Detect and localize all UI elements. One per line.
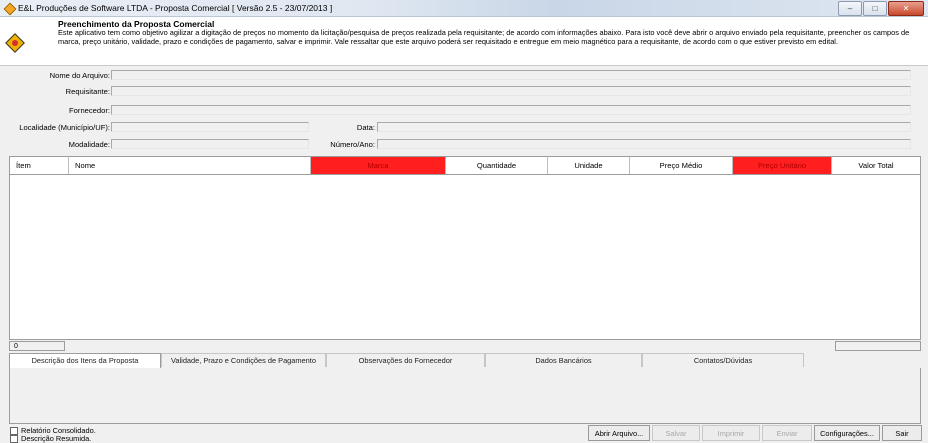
column-unidade[interactable]: Unidade	[548, 157, 630, 174]
sair-button[interactable]: Sair	[882, 425, 922, 441]
status-total-box	[835, 341, 921, 351]
numero-ano-field	[377, 139, 911, 149]
window-title: E&L Produções de Software LTDA - Propost…	[18, 3, 333, 13]
modalidade-field	[111, 139, 309, 149]
fornecedor-field[interactable]	[111, 105, 911, 115]
requisitante-field	[111, 86, 911, 96]
localidade-field	[111, 122, 309, 132]
column-nome[interactable]: Nome	[69, 157, 311, 174]
header-panel: Preenchimento da Proposta Comercial Este…	[0, 17, 928, 66]
action-buttons: Abrir Arquivo... Salvar Imprimir Enviar …	[586, 425, 922, 442]
numero-ano-label: Número/Ano:	[330, 140, 375, 149]
tab-observacoes[interactable]: Observações do Fornecedor	[326, 353, 485, 367]
proposal-form: Nome do Arquivo: Requisitante: Fornecedo…	[0, 66, 928, 153]
tab-validade-prazo[interactable]: Validade, Prazo e Condições de Pagamento	[161, 353, 326, 367]
column-marca[interactable]: Marca	[311, 157, 446, 174]
abrir-arquivo-button[interactable]: Abrir Arquivo...	[588, 425, 650, 441]
logo-icon	[5, 33, 25, 53]
requisitante-label: Requisitante:	[65, 87, 110, 96]
column-valor-total[interactable]: Valor Total	[832, 157, 920, 174]
maximize-icon[interactable]: □	[863, 1, 887, 16]
status-row: 0	[9, 341, 921, 351]
tab-panel	[9, 368, 921, 424]
data-label: Data:	[356, 123, 375, 132]
data-field	[377, 122, 911, 132]
title-bar: E&L Produções de Software LTDA - Propost…	[0, 0, 928, 17]
header-description: Este aplicativo tem como objetivo agiliz…	[58, 28, 910, 46]
imprimir-button[interactable]: Imprimir	[702, 425, 760, 441]
items-grid-header: Ítem Nome Marca Quantidade Unidade Preço…	[9, 156, 921, 175]
column-item[interactable]: Ítem	[10, 157, 69, 174]
fornecedor-label: Fornecedor:	[69, 106, 110, 115]
app-icon	[3, 2, 17, 16]
configuracoes-button[interactable]: Configurações...	[814, 425, 880, 441]
checkbox-icon[interactable]	[10, 435, 18, 443]
nome-arquivo-field	[111, 70, 911, 80]
tab-contatos-duvidas[interactable]: Contatos/Dúvidas	[642, 353, 804, 367]
localidade-label: Localidade (Município/UF):	[19, 123, 110, 132]
tab-strip: Descrição dos Itens da Proposta Validade…	[9, 353, 921, 369]
tab-descricao-itens[interactable]: Descrição dos Itens da Proposta	[9, 353, 161, 368]
column-quantidade[interactable]: Quantidade	[446, 157, 548, 174]
descricao-label: Descrição Resumida.	[21, 434, 92, 443]
window-controls: – □ ✕	[837, 1, 924, 16]
report-options: Relatório Consolidado. Descrição Resumid…	[10, 427, 96, 443]
item-count: 0	[9, 341, 65, 351]
minimize-icon[interactable]: –	[838, 1, 862, 16]
column-preco-unitario[interactable]: Preço Unitário	[733, 157, 832, 174]
items-grid-body[interactable]	[9, 175, 921, 340]
checkbox-icon[interactable]	[10, 427, 18, 435]
salvar-button[interactable]: Salvar	[652, 425, 700, 441]
column-preco-medio[interactable]: Preço Médio	[630, 157, 733, 174]
modalidade-label: Modalidade:	[68, 140, 110, 149]
descricao-checkbox[interactable]: Descrição Resumida.	[10, 435, 96, 443]
enviar-button[interactable]: Enviar	[762, 425, 812, 441]
close-icon[interactable]: ✕	[888, 1, 924, 16]
nome-arquivo-label: Nome do Arquivo:	[49, 71, 110, 80]
tab-dados-bancarios[interactable]: Dados Bancários	[485, 353, 642, 367]
